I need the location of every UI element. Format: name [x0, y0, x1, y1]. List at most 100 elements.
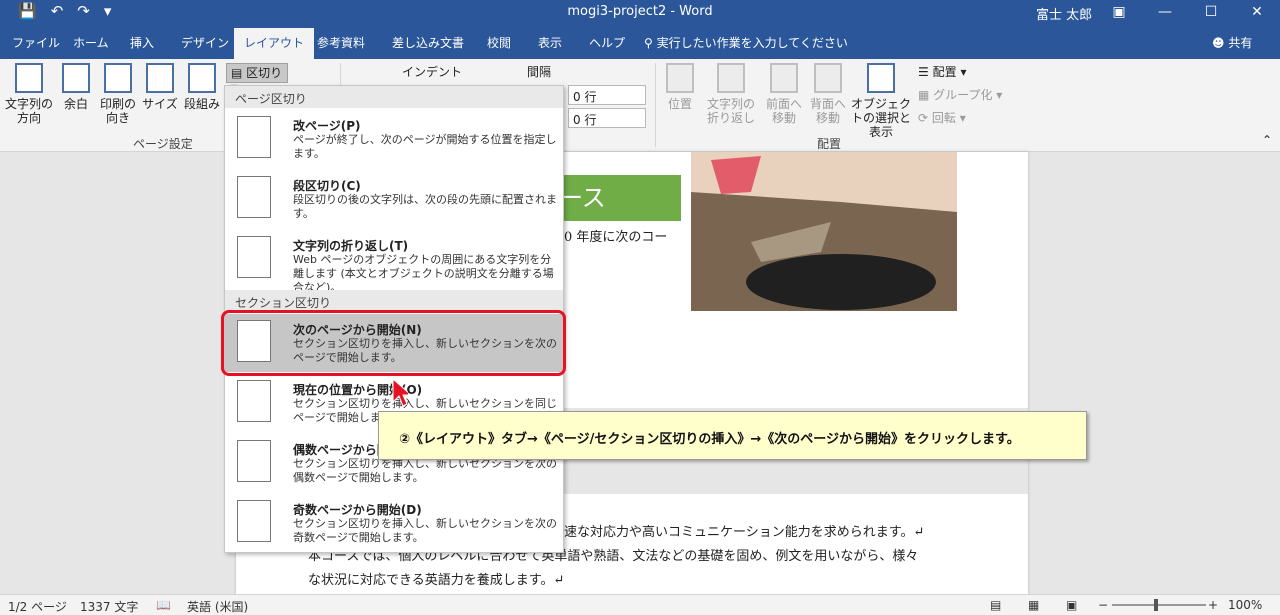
position-label: 位置: [667, 97, 692, 111]
menu-item-page-break[interactable]: 改ページ(P) ページが終了し、次のページが開始する位置を指定します。: [225, 110, 563, 168]
group-button[interactable]: ▦ グループ化 ▾: [918, 88, 1002, 102]
page-setup-group-label: ページ設定: [133, 137, 193, 151]
menu-item-desc: Web ページのオブジェクトの周囲にある文字列を分離します (本文とオブジェクト…: [293, 253, 554, 294]
chevron-down-icon: ▾: [959, 111, 966, 125]
print-layout-icon[interactable]: ▦: [1028, 598, 1039, 612]
wrap-text-icon: [717, 63, 745, 93]
maximize-icon[interactable]: ☐: [1188, 0, 1234, 24]
body-text-line: な状況に対応できる英語力を養成します。↵: [308, 573, 565, 588]
selection-pane-icon: [867, 63, 895, 93]
close-icon[interactable]: ✕: [1234, 0, 1280, 24]
wrap-text-label: 文字列の折り返し: [706, 97, 755, 125]
indent-label: インデント: [402, 65, 463, 79]
menu-item-column-break[interactable]: 段区切り(C) 段区切りの後の文字列は、次の段の先頭に配置されます。: [225, 170, 563, 228]
photo-image[interactable]: [691, 152, 957, 311]
bring-forward-button[interactable]: 前面へ移動: [764, 63, 804, 125]
menu-item-odd-page[interactable]: 奇数ページから開始(D) セクション区切りを挿入し、新しいセクションを次の奇数ペ…: [225, 494, 563, 552]
instruction-callout: ②《レイアウト》タブ→《ページ/セクション区切りの挿入》→《次のページから開始》…: [378, 411, 1087, 460]
language-indicator[interactable]: 英語 (米国): [187, 598, 248, 615]
menu-item-title: 奇数ページから開始(D): [293, 503, 422, 517]
zoom-in-icon[interactable]: +: [1208, 598, 1218, 612]
menu-item-desc: セクション区切りを挿入し、新しいセクションを次の奇数ページで開始します。: [293, 517, 557, 544]
margins-button[interactable]: 余白: [58, 63, 94, 111]
menu-item-title: 文字列の折り返し(T): [293, 239, 409, 253]
align-icon: ☰: [918, 65, 929, 79]
zoom-slider[interactable]: [1112, 604, 1206, 606]
align-button[interactable]: ☰ 配置 ▾: [918, 65, 966, 79]
columns-button[interactable]: 段組み: [182, 63, 222, 111]
breaks-button[interactable]: ▤ 区切り ▾: [226, 63, 288, 94]
zoom-level[interactable]: 100%: [1228, 598, 1262, 612]
collapse-ribbon-icon[interactable]: ⌃: [1262, 133, 1272, 147]
proofing-icon[interactable]: 📖: [156, 598, 171, 612]
menu-item-title: 段区切り(C): [293, 179, 361, 193]
size-button[interactable]: サイズ: [142, 63, 178, 111]
photo-illustration: [691, 152, 957, 311]
section-breaks-header: セクション区切り: [225, 290, 563, 312]
rotate-icon: ⟳: [918, 111, 929, 125]
selection-pane-button[interactable]: オブジェクトの選択と表示: [850, 63, 912, 139]
group-label: グループ化: [933, 88, 993, 102]
share-button[interactable]: ☻ 共有: [1212, 34, 1252, 51]
menu-item-text-wrapping[interactable]: 文字列の折り返し(T) Web ページのオブジェクトの周囲にある文字列を分離しま…: [225, 230, 563, 294]
even-page-icon: [237, 440, 271, 482]
position-button[interactable]: 位置: [662, 63, 698, 111]
tab-layout[interactable]: レイアウト: [234, 28, 315, 59]
tell-me-box[interactable]: ⚲ 実行したい作業を入力してください: [644, 34, 848, 51]
bring-forward-icon: [770, 63, 798, 93]
zoom-slider-thumb[interactable]: [1154, 599, 1158, 611]
word-count[interactable]: 1337 文字: [80, 598, 138, 615]
tab-view[interactable]: 表示: [538, 34, 562, 51]
chevron-down-icon: ▾: [960, 65, 967, 79]
tab-insert[interactable]: 挿入: [130, 34, 154, 51]
zoom-out-icon[interactable]: −: [1098, 598, 1108, 612]
size-icon: [146, 63, 174, 93]
bring-forward-label: 前面へ移動: [765, 97, 802, 125]
wrap-text-button[interactable]: 文字列の折り返し: [702, 63, 760, 125]
columns-label: 段組み: [183, 97, 220, 111]
tab-design[interactable]: デザイン: [181, 34, 229, 51]
rotate-label: 回転: [931, 111, 956, 125]
text-direction-button[interactable]: 文字列の方向: [4, 63, 54, 125]
rotate-button[interactable]: ⟳ 回転 ▾: [918, 111, 966, 125]
chevron-down-icon: ▾: [996, 88, 1003, 102]
tab-mailings[interactable]: 差し込み文書: [392, 34, 464, 51]
text-direction-icon: [15, 63, 43, 93]
size-label: サイズ: [142, 97, 178, 111]
tab-help[interactable]: ヘルプ: [589, 34, 625, 51]
body-text-line: 0 年度に次のコー: [564, 230, 668, 245]
page-breaks-header: ページ区切り: [225, 86, 563, 108]
tab-review[interactable]: 校閲: [487, 34, 511, 51]
send-backward-button[interactable]: 背面へ移動: [808, 63, 848, 125]
read-mode-icon[interactable]: ▤: [990, 598, 1001, 612]
breaks-icon: ▤: [231, 66, 243, 80]
page-count[interactable]: 1/2 ページ: [8, 598, 67, 615]
text-wrapping-icon: [237, 236, 271, 278]
mouse-cursor-icon: [392, 378, 408, 407]
user-name[interactable]: 富士 太郎: [1036, 4, 1092, 23]
text-direction-label: 文字列の方向: [4, 97, 53, 125]
page-break-icon: [237, 116, 271, 158]
lightbulb-icon: ⚲: [644, 36, 653, 50]
callout-text: ②《レイアウト》タブ→《ページ/セクション区切りの挿入》→《次のページから開始》…: [399, 432, 1020, 447]
web-layout-icon[interactable]: ▣: [1066, 598, 1077, 612]
tab-file[interactable]: ファイル: [12, 34, 60, 51]
menu-item-desc: ページが終了し、次のページが開始する位置を指定します。: [293, 133, 557, 160]
window-controls: ▣ — ☐ ✕: [1096, 0, 1280, 24]
minimize-icon[interactable]: —: [1142, 0, 1188, 24]
body-text-line: 速な対応力や高いコミュニケーション能力を求められます。↵: [564, 525, 925, 540]
tab-references[interactable]: 参考資料: [317, 34, 365, 51]
orientation-icon: [104, 63, 132, 93]
orientation-button[interactable]: 印刷の向き: [98, 63, 138, 125]
group-icon: ▦: [918, 88, 930, 102]
align-label: 配置: [932, 65, 957, 79]
position-icon: [666, 63, 694, 93]
tell-me-label: 実行したい作業を入力してください: [656, 36, 848, 50]
margins-icon: [62, 63, 90, 93]
ribbon-display-options-icon[interactable]: ▣: [1096, 0, 1142, 24]
arrange-group-label: 配置: [817, 137, 842, 151]
person-icon: ☻: [1212, 36, 1225, 50]
spacing-after-input[interactable]: 0 行: [568, 108, 646, 128]
spacing-before-input[interactable]: 0 行: [568, 85, 646, 105]
tab-home[interactable]: ホーム: [73, 34, 109, 51]
